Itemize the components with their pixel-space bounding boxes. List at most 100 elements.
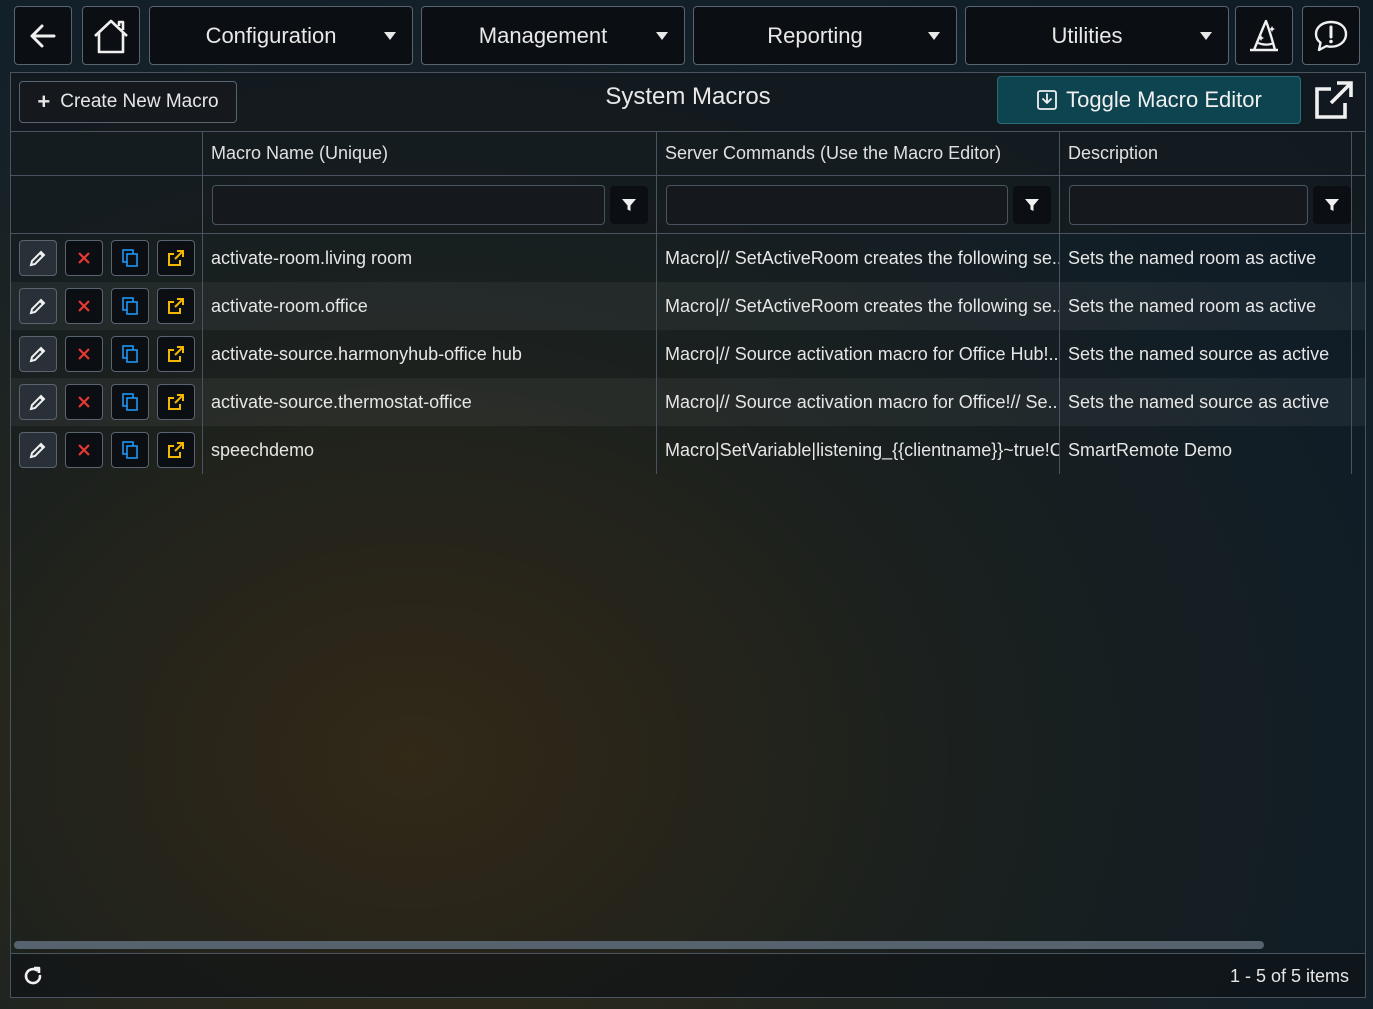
- table-row[interactable]: activate-room.office Macro|// SetActiveR…: [11, 282, 1365, 330]
- table-row[interactable]: activate-source.harmonyhub-office hub Ma…: [11, 330, 1365, 378]
- table-row[interactable]: speechdemo Macro|SetVariable|listening_{…: [11, 426, 1365, 474]
- close-icon: [78, 396, 90, 408]
- column-header-description[interactable]: Description: [1060, 132, 1352, 175]
- home-button[interactable]: [82, 6, 140, 65]
- configuration-menu-label: Configuration: [205, 22, 337, 48]
- copy-icon: [122, 297, 138, 315]
- pencil-icon: [29, 298, 46, 315]
- server-commands-filter-input[interactable]: [666, 184, 1008, 225]
- server-commands-filter-button[interactable]: [1013, 185, 1051, 224]
- pager-info: 1 - 5 of 5 items: [1229, 966, 1349, 986]
- filter-icon: [1325, 198, 1340, 211]
- edit-button[interactable]: [19, 240, 57, 276]
- macro-name-filter: [203, 176, 657, 233]
- refresh-button[interactable]: [21, 964, 45, 988]
- delete-button[interactable]: [65, 432, 103, 468]
- export-icon: [168, 394, 184, 410]
- server-commands-cell: Macro|// Source activation macro for Off…: [657, 330, 1060, 378]
- copy-icon: [122, 393, 138, 411]
- copy-button[interactable]: [111, 384, 149, 420]
- pencil-icon: [29, 442, 46, 459]
- home-icon: [94, 19, 128, 53]
- toggle-macro-editor-button[interactable]: Toggle Macro Editor: [997, 76, 1301, 124]
- feedback-button[interactable]: [1302, 6, 1360, 65]
- open-external-button[interactable]: [1311, 77, 1357, 123]
- row-actions: [11, 378, 203, 426]
- delete-button[interactable]: [65, 240, 103, 276]
- copy-icon: [122, 249, 138, 267]
- create-new-macro-label: Create New Macro: [60, 91, 219, 112]
- download-box-icon: [1037, 90, 1058, 110]
- copy-button[interactable]: [111, 336, 149, 372]
- copy-icon: [122, 441, 138, 459]
- export-icon: [168, 442, 184, 458]
- external-link-icon: [1315, 81, 1353, 119]
- configuration-menu[interactable]: Configuration: [149, 6, 413, 65]
- close-icon: [78, 252, 90, 264]
- macro-grid: Macro Name (Unique) Server Commands (Use…: [11, 132, 1365, 474]
- horizontal-scrollbar[interactable]: [14, 941, 1264, 949]
- copy-button[interactable]: [111, 288, 149, 324]
- server-commands-filter: [657, 176, 1060, 233]
- utilities-menu[interactable]: Utilities: [965, 6, 1229, 65]
- pencil-icon: [29, 394, 46, 411]
- utilities-menu-label: Utilities: [1051, 22, 1123, 48]
- export-button[interactable]: [157, 384, 195, 420]
- top-nav: Configuration Management Reporting Utili…: [14, 6, 1373, 66]
- reporting-menu[interactable]: Reporting: [693, 6, 957, 65]
- macro-name-cell: activate-source.thermostat-office: [203, 378, 657, 426]
- delete-button[interactable]: [65, 288, 103, 324]
- wizard-button[interactable]: [1235, 6, 1293, 65]
- close-icon: [78, 444, 90, 456]
- description-cell: Sets the named source as active: [1060, 378, 1352, 426]
- grid-header-row: Macro Name (Unique) Server Commands (Use…: [11, 132, 1365, 176]
- grid-toolbar: + Create New Macro System Macros Toggle …: [11, 73, 1365, 132]
- arrow-left-icon: [30, 24, 56, 47]
- column-header-server-commands[interactable]: Server Commands (Use the Macro Editor): [657, 132, 1060, 175]
- chevron-down-icon: [928, 31, 940, 40]
- macro-name-cell: activate-room.living room: [203, 234, 657, 282]
- edit-button[interactable]: [19, 432, 57, 468]
- management-menu[interactable]: Management: [421, 6, 685, 65]
- macro-name-filter-button[interactable]: [610, 185, 648, 224]
- create-new-macro-button[interactable]: + Create New Macro: [19, 81, 237, 123]
- edit-button[interactable]: [19, 336, 57, 372]
- description-filter-input[interactable]: [1069, 184, 1309, 225]
- export-button[interactable]: [157, 288, 195, 324]
- copy-button[interactable]: [111, 432, 149, 468]
- filter-spacer: [11, 176, 203, 233]
- row-actions: [11, 282, 203, 330]
- delete-button[interactable]: [65, 336, 103, 372]
- pencil-icon: [29, 250, 46, 267]
- grid-filter-row: [11, 176, 1365, 234]
- export-button[interactable]: [157, 336, 195, 372]
- table-row[interactable]: activate-room.living room Macro|// SetAc…: [11, 234, 1365, 282]
- table-row[interactable]: activate-source.thermostat-office Macro|…: [11, 378, 1365, 426]
- edit-button[interactable]: [19, 384, 57, 420]
- plus-icon: +: [37, 89, 51, 114]
- grid-body: activate-room.living room Macro|// SetAc…: [11, 234, 1365, 474]
- pencil-icon: [29, 346, 46, 363]
- copy-icon: [122, 345, 138, 363]
- row-actions: [11, 330, 203, 378]
- server-commands-cell: Macro|// SetActiveRoom creates the follo…: [657, 234, 1060, 282]
- copy-button[interactable]: [111, 240, 149, 276]
- export-icon: [168, 346, 184, 362]
- description-cell: Sets the named room as active: [1060, 234, 1352, 282]
- export-icon: [168, 250, 184, 266]
- macro-name-filter-input[interactable]: [212, 184, 605, 225]
- macro-panel: + Create New Macro System Macros Toggle …: [10, 72, 1366, 998]
- export-icon: [168, 298, 184, 314]
- column-header-macro-name[interactable]: Macro Name (Unique): [203, 132, 657, 175]
- delete-button[interactable]: [65, 384, 103, 420]
- export-button[interactable]: [157, 240, 195, 276]
- back-button[interactable]: [14, 6, 72, 65]
- server-commands-cell: Macro|// SetActiveRoom creates the follo…: [657, 282, 1060, 330]
- export-button[interactable]: [157, 432, 195, 468]
- chevron-down-icon: [384, 31, 396, 40]
- description-cell: Sets the named source as active: [1060, 330, 1352, 378]
- edit-button[interactable]: [19, 288, 57, 324]
- macro-name-cell: activate-source.harmonyhub-office hub: [203, 330, 657, 378]
- description-filter-button[interactable]: [1313, 185, 1351, 224]
- filter-icon: [622, 198, 636, 211]
